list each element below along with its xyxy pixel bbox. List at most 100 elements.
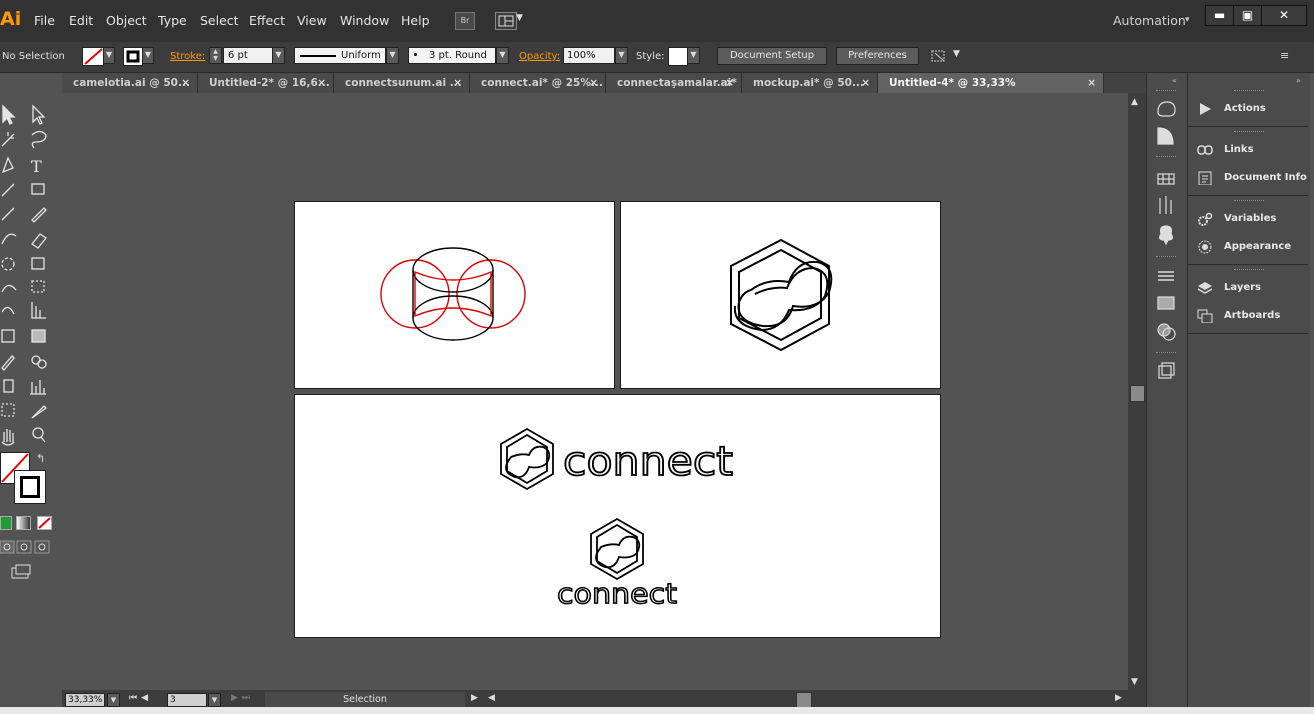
control-bar-menu-icon[interactable]: ≡ — [1280, 49, 1289, 62]
artboard-2[interactable] — [620, 201, 941, 389]
tab-mockup[interactable]: mockup.ai* @ 50... × — [742, 73, 878, 93]
gradient-mode-button[interactable] — [16, 516, 31, 530]
stroke-stepper[interactable]: ▲ ▼ — [209, 47, 222, 64]
brush-definition[interactable]: 3 pt. Round — [408, 47, 496, 64]
chevron-down-icon[interactable]: ▼ — [615, 47, 628, 64]
scroll-right-icon[interactable]: ▶ — [1115, 693, 1122, 703]
artboard-nav-next[interactable]: ▶⏭ — [231, 693, 254, 703]
panel-grip[interactable] — [1234, 269, 1264, 276]
tab-camelotia[interactable]: camelotia.ai @ 50... × — [62, 73, 198, 93]
chevron-down-icon[interactable]: ▼ — [272, 47, 285, 64]
chevron-down-icon[interactable]: ▼ — [142, 47, 154, 64]
maximize-icon: ▣ — [1241, 8, 1254, 22]
panel-grip[interactable] — [1156, 90, 1176, 97]
menu-window[interactable]: Window — [340, 13, 389, 28]
chevron-down-icon[interactable]: ▼ — [687, 47, 700, 64]
slice-tool-icon — [31, 405, 48, 419]
panel-variables[interactable]: Variables — [1197, 208, 1309, 230]
menu-help[interactable]: Help — [401, 13, 430, 28]
panel-grip[interactable] — [1156, 156, 1176, 163]
panel-grip[interactable] — [1156, 256, 1176, 263]
panel-links[interactable]: Links — [1197, 139, 1309, 161]
artboard-1[interactable] — [294, 201, 615, 389]
close-icon[interactable]: × — [317, 73, 326, 93]
swap-colors-icon[interactable]: ↰ — [36, 452, 45, 465]
menu-file[interactable]: File — [34, 13, 55, 28]
maximize-button[interactable]: ▣ — [1233, 5, 1262, 26]
bridge-button[interactable]: Br — [455, 12, 475, 30]
drawing-modes[interactable] — [0, 540, 52, 554]
isolate-icon[interactable] — [930, 48, 948, 64]
panel-actions[interactable]: Actions — [1197, 98, 1309, 120]
scroll-down-icon[interactable]: ▼ — [1131, 677, 1138, 687]
panel-document-info[interactable]: Document Info — [1197, 167, 1309, 189]
menu-effect[interactable]: Effect — [249, 13, 285, 28]
tab-connectasamalar[interactable]: connectaşamalar.ai* × — [606, 73, 742, 93]
scroll-left-icon[interactable]: ◀ — [488, 693, 495, 703]
collapse-panel-icon[interactable]: « — [1172, 76, 1177, 85]
color-mode-button[interactable] — [0, 516, 12, 530]
stroke-swatch[interactable] — [123, 47, 143, 66]
document-setup-button[interactable]: Document Setup — [717, 47, 827, 65]
horizontal-scroll-thumb[interactable] — [796, 692, 812, 708]
graphic-style-swatch[interactable] — [668, 47, 688, 66]
chevron-down-icon[interactable]: ▼ — [386, 47, 399, 64]
menu-object[interactable]: Object — [106, 13, 147, 28]
chevron-down-icon[interactable]: ▾ — [1185, 15, 1190, 25]
status-menu-icon[interactable]: ▶ — [471, 693, 478, 703]
screen-mode-button[interactable] — [10, 564, 32, 580]
stroke-color-box[interactable] — [14, 470, 46, 504]
panel-grip[interactable] — [1156, 352, 1176, 359]
line-tool-icon — [1, 183, 15, 197]
menu-type[interactable]: Type — [158, 13, 187, 28]
menu-edit[interactable]: Edit — [69, 13, 93, 28]
vertical-scroll-thumb[interactable] — [1130, 385, 1145, 402]
artboard-nav-prev[interactable]: ⏮◀ — [129, 693, 152, 703]
none-mode-button[interactable] — [37, 516, 52, 530]
menu-select[interactable]: Select — [200, 13, 239, 28]
close-icon[interactable]: × — [453, 73, 462, 93]
close-icon[interactable]: × — [589, 73, 598, 93]
opacity-label[interactable]: Opacity: — [519, 51, 560, 62]
workspace-switcher[interactable]: Automation — [1113, 13, 1186, 28]
close-icon[interactable]: × — [181, 73, 190, 93]
tab-untitled-4[interactable]: Untitled-4* @ 33,33% (RGB/Preview)× — [878, 73, 1104, 109]
artboards-icon — [1197, 309, 1213, 323]
chevron-down-icon[interactable]: ▼ — [496, 47, 509, 64]
opacity-input[interactable]: 100% — [563, 47, 615, 64]
link-icon — [1197, 145, 1213, 155]
chevron-down-icon[interactable]: ▼ — [953, 49, 960, 59]
close-window-button[interactable]: ✕ — [1261, 5, 1307, 26]
panel-layers[interactable]: Layers — [1197, 277, 1309, 299]
tool-icons: T — [1, 104, 48, 446]
zoom-level-input[interactable]: 33,33% — [65, 693, 105, 707]
close-icon[interactable]: × — [725, 73, 734, 93]
chevron-down-icon[interactable]: ▼ — [516, 13, 523, 23]
tab-connect[interactable]: connect.ai* @ 25%... × — [470, 73, 606, 93]
minimize-button[interactable]: ▬ — [1205, 5, 1234, 26]
symbols-icon — [1158, 225, 1174, 246]
status-current-tool[interactable]: Selection — [265, 692, 465, 707]
panel-artboards[interactable]: Artboards — [1197, 305, 1309, 327]
tab-connectsunum[interactable]: connectsunum.ai ... × — [334, 73, 470, 93]
artboard-3[interactable]: connect connect — [294, 394, 941, 638]
fill-swatch[interactable] — [82, 47, 104, 66]
arrange-documents-button[interactable] — [495, 12, 517, 30]
tab-untitled-2[interactable]: Untitled-2* @ 16,6... × — [198, 73, 334, 93]
artboard-number-input[interactable]: 3 — [167, 693, 207, 707]
panel-appearance[interactable]: Appearance — [1197, 236, 1309, 258]
close-icon[interactable]: × — [1087, 73, 1096, 93]
panel-grip[interactable] — [1234, 200, 1264, 207]
close-icon[interactable]: × — [861, 73, 870, 93]
chevron-down-icon[interactable]: ▼ — [103, 47, 115, 64]
preferences-button[interactable]: Preferences — [836, 47, 919, 65]
scroll-up-icon[interactable]: ▲ — [1131, 97, 1138, 107]
stroke-label[interactable]: Stroke: — [170, 51, 205, 62]
expand-panels-icon[interactable]: » — [1296, 76, 1301, 85]
chevron-down-icon[interactable]: ▼ — [107, 693, 120, 707]
stroke-weight-input[interactable]: 6 pt — [223, 47, 273, 64]
chevron-down-icon[interactable]: ▼ — [208, 693, 221, 707]
menu-view[interactable]: View — [297, 13, 327, 28]
panel-grip[interactable] — [1234, 131, 1264, 138]
panel-grip[interactable] — [1234, 90, 1264, 97]
